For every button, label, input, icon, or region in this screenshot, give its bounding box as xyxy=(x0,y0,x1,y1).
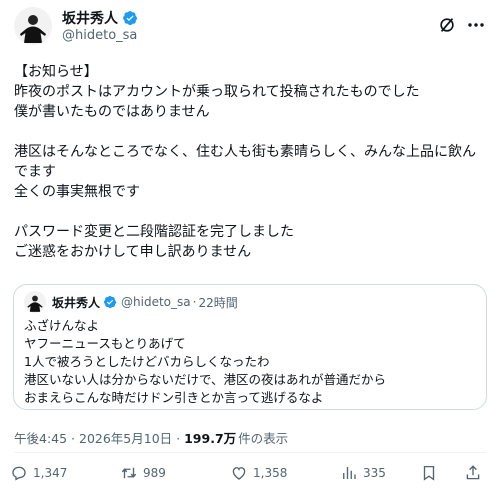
verified-badge-icon xyxy=(123,10,138,26)
grok-icon[interactable] xyxy=(438,16,456,34)
post-meta: 午後4:45 · 2026年5月10日 · 199.7万 件の表示 xyxy=(14,428,290,447)
share-icon xyxy=(466,465,480,480)
bookmark-button[interactable] xyxy=(420,462,443,484)
display-name[interactable]: 坂井秀人 xyxy=(62,8,118,28)
quote-text: ふざけんなよ ヤフーニュースもとりあげて 1人で被ろうとしたけどバカらしくなった… xyxy=(24,317,386,407)
bookmark-icon xyxy=(423,465,435,481)
quote-line: 港区いない人は分からないだけで、港区の夜はあれが普通だから xyxy=(24,372,387,387)
views-count: 335 xyxy=(363,466,386,480)
quote-line: ふざけんなよ xyxy=(24,318,100,333)
post-line: ご迷惑をおかけして申し訳ありません xyxy=(14,244,252,260)
repost-count: 989 xyxy=(143,466,166,480)
post-line: 僕が書いたものではありません xyxy=(14,104,210,120)
quote-line: ヤフーニュースもとりあげて xyxy=(24,336,186,351)
repost-icon xyxy=(121,467,137,479)
post-header: 坂井秀人 @hideto_sa xyxy=(14,6,486,48)
share-button[interactable] xyxy=(464,462,487,484)
handle[interactable]: @hideto_sa xyxy=(62,28,137,43)
views-suffix: 件の表示 xyxy=(238,431,289,446)
verified-badge-icon xyxy=(103,295,117,309)
quote-time[interactable]: 22時間 xyxy=(198,294,237,311)
view-count: 199.7万 xyxy=(184,431,237,446)
quote-display-name[interactable]: 坂井秀人 xyxy=(52,294,100,311)
post-line: 港区はそんなところでなく、住む人も街も素晴らしく、みんな上品に飲ん xyxy=(14,144,476,160)
like-count: 1,358 xyxy=(253,466,288,480)
post-line: 昨夜のポストはアカウントが乗っ取られて投稿されたものでした xyxy=(14,84,420,100)
reply-button[interactable]: 1,347 xyxy=(10,462,67,484)
like-button[interactable]: 1,358 xyxy=(230,462,287,484)
quote-avatar[interactable] xyxy=(24,291,46,313)
post-line xyxy=(14,202,488,222)
post: 坂井秀人 @hideto_sa 【お知らせ】 昨夜のポストはアカウントが乗っ取ら… xyxy=(0,0,500,490)
quote-header: 坂井秀人 @hideto_sa · 22時間 xyxy=(52,293,238,311)
avatar[interactable] xyxy=(14,7,52,45)
divider xyxy=(14,452,486,453)
views-icon xyxy=(343,467,356,479)
repost-button[interactable]: 989 xyxy=(120,462,166,484)
quote-dot: · xyxy=(192,295,197,309)
quote-line: おまえらこんな時だけドン引きとか言って逃げるなよ xyxy=(24,390,324,405)
quote-handle: @hideto_sa xyxy=(121,295,191,309)
post-line: 【お知らせ】 xyxy=(14,64,98,80)
quoted-post[interactable]: 坂井秀人 @hideto_sa · 22時間 ふざけんなよ ヤフーニュースもとり… xyxy=(13,284,487,410)
post-line: パスワード変更と二段階認証を完了しました xyxy=(14,224,294,240)
like-icon xyxy=(232,467,246,480)
post-text: 【お知らせ】 昨夜のポストはアカウントが乗っ取られて投稿されたものでした 僕が書… xyxy=(14,62,488,262)
name-row: 坂井秀人 xyxy=(62,9,138,27)
reply-count: 1,347 xyxy=(33,466,68,480)
more-icon[interactable] xyxy=(466,16,486,34)
action-bar: 1,347 989 1,358 335 xyxy=(10,462,490,484)
views-button[interactable]: 335 xyxy=(340,462,386,484)
reply-icon xyxy=(12,466,26,481)
post-line xyxy=(14,122,488,142)
post-line: でます xyxy=(14,164,56,180)
post-line: 全くの事実無根です xyxy=(14,184,140,200)
quote-line: 1人で被ろうとしたけどバカらしくなったわ xyxy=(24,354,270,369)
timestamp[interactable]: 午後4:45 · 2026年5月10日 · xyxy=(14,428,180,447)
